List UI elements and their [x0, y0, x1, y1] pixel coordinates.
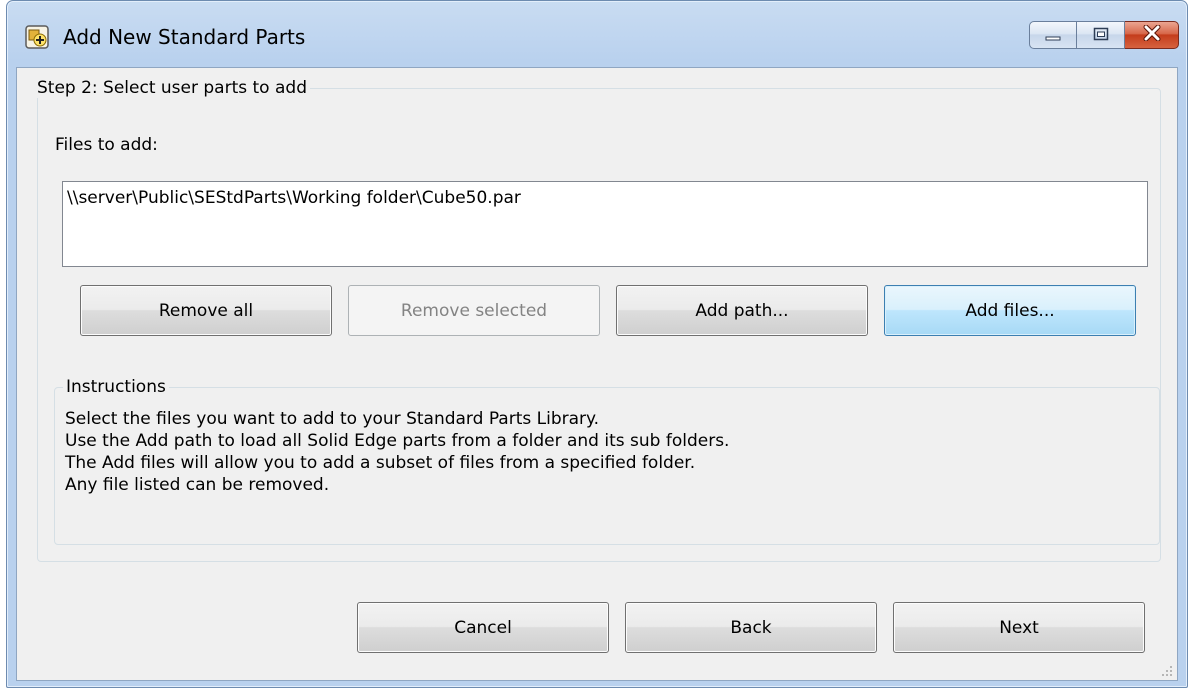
- instructions-text: Select the files you want to add to your…: [65, 408, 729, 496]
- instruction-line: The Add files will allow you to add a su…: [65, 453, 696, 473]
- resize-grip-icon[interactable]: [1159, 662, 1173, 676]
- dialog-client-area: Step 2: Select user parts to add Files t…: [16, 67, 1178, 681]
- close-icon: [1143, 24, 1161, 45]
- instructions-legend: Instructions: [63, 377, 169, 397]
- next-button[interactable]: Next: [893, 602, 1145, 653]
- cancel-button[interactable]: Cancel: [357, 602, 609, 653]
- dialog-window: Add New Standard Parts Step 2: Select us…: [6, 0, 1188, 688]
- remove-all-button[interactable]: Remove all: [80, 285, 332, 336]
- minimize-button[interactable]: [1029, 21, 1077, 49]
- instruction-line: Select the files you want to add to your…: [65, 409, 600, 429]
- close-button[interactable]: [1125, 21, 1179, 49]
- list-item[interactable]: \\server\Public\SEStdParts\Working folde…: [67, 188, 1143, 208]
- title-bar[interactable]: Add New Standard Parts: [7, 1, 1187, 67]
- files-to-add-label: Files to add:: [55, 135, 158, 155]
- step-groupbox: Step 2: Select user parts to add Files t…: [34, 78, 1161, 562]
- minimize-icon: [1045, 26, 1061, 45]
- maximize-button[interactable]: [1077, 21, 1125, 49]
- back-button[interactable]: Back: [625, 602, 877, 653]
- instruction-line: Use the Add path to load all Solid Edge …: [65, 431, 730, 451]
- remove-selected-button[interactable]: Remove selected: [348, 285, 600, 336]
- add-part-icon: [25, 25, 49, 49]
- step-legend: Step 2: Select user parts to add: [34, 78, 310, 98]
- window-title: Add New Standard Parts: [63, 25, 306, 49]
- files-listbox[interactable]: \\server\Public\SEStdParts\Working folde…: [62, 181, 1148, 267]
- add-path-button[interactable]: Add path...: [616, 285, 868, 336]
- add-files-button[interactable]: Add files...: [884, 285, 1136, 336]
- caption-buttons: [1029, 21, 1179, 51]
- instruction-line: Any file listed can be removed.: [65, 475, 330, 495]
- maximize-icon: [1093, 26, 1109, 45]
- instructions-groupbox: Instructions Select the files you want t…: [54, 377, 1160, 545]
